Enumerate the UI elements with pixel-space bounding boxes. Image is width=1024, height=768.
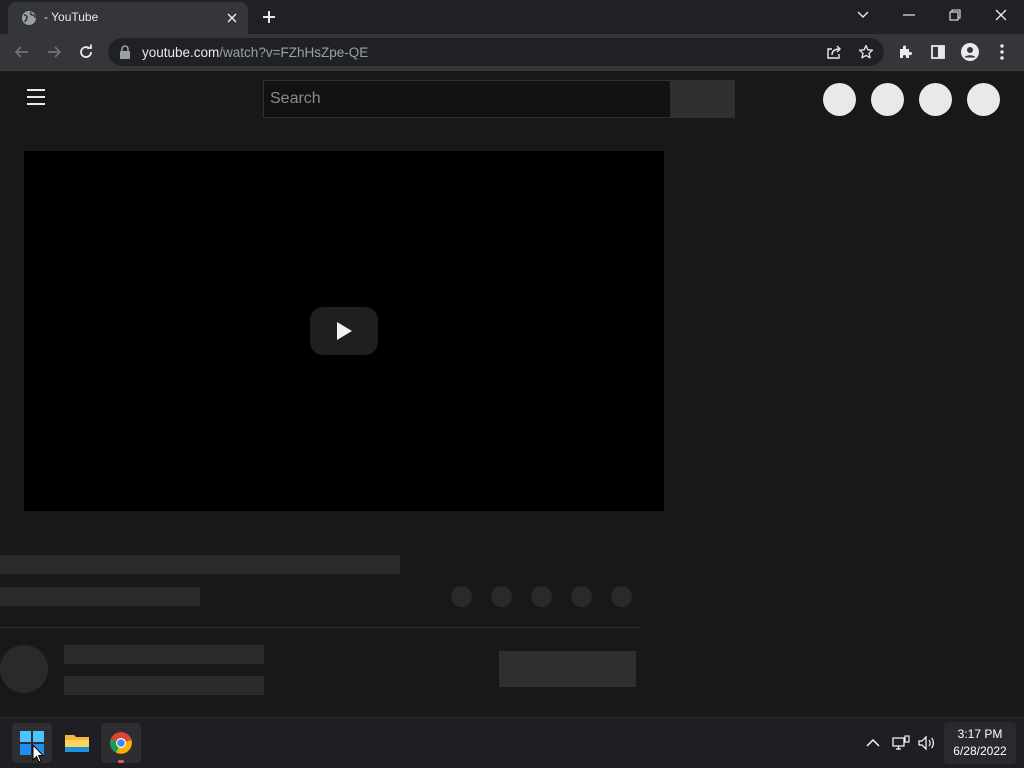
- channel-subs-placeholder: [64, 676, 264, 695]
- search-box[interactable]: [263, 80, 671, 118]
- forward-button[interactable]: [40, 38, 68, 66]
- minimize-button[interactable]: [886, 0, 932, 30]
- reload-button[interactable]: [72, 38, 100, 66]
- globe-icon: [21, 10, 37, 26]
- clock-time: 3:17 PM: [957, 727, 1003, 741]
- address-bar[interactable]: youtube.com/watch?v=FZhHsZpe-QE: [108, 38, 884, 66]
- volume-icon[interactable]: [915, 732, 937, 754]
- header-button-placeholder-3[interactable]: [919, 83, 952, 116]
- play-button[interactable]: [310, 307, 378, 355]
- youtube-page: [0, 71, 1024, 717]
- url-host: youtube.com: [142, 45, 220, 60]
- show-hidden-icons-chevron-icon[interactable]: [862, 732, 884, 754]
- windows-taskbar: 3:17 PM 6/28/2022: [0, 717, 1024, 768]
- restore-button[interactable]: [932, 0, 978, 30]
- action-placeholder-1: [451, 586, 472, 607]
- clock-date: 6/28/2022: [953, 744, 1007, 758]
- video-title-placeholder: [0, 555, 400, 574]
- url-text[interactable]: youtube.com/watch?v=FZhHsZpe-QE: [142, 45, 368, 60]
- system-clock[interactable]: 3:17 PM 6/28/2022: [944, 722, 1016, 764]
- tab-search-chevron-icon[interactable]: [840, 0, 886, 30]
- video-player[interactable]: [24, 151, 664, 511]
- action-placeholder-3: [531, 586, 552, 607]
- network-icon[interactable]: [890, 732, 912, 754]
- action-placeholder-2: [491, 586, 512, 607]
- hamburger-menu-icon[interactable]: [24, 89, 48, 107]
- action-placeholder-4: [571, 586, 592, 607]
- header-button-placeholder-2[interactable]: [871, 83, 904, 116]
- header-button-placeholder-1[interactable]: [823, 83, 856, 116]
- channel-name-placeholder: [64, 645, 264, 664]
- divider: [0, 627, 640, 628]
- search-button[interactable]: [671, 80, 735, 118]
- chrome-icon: [110, 732, 132, 754]
- side-panel-icon[interactable]: [926, 40, 950, 64]
- kebab-menu-icon[interactable]: [990, 40, 1014, 64]
- tab-title: - YouTube: [44, 10, 99, 24]
- channel-avatar-placeholder: [0, 645, 48, 693]
- browser-title-bar: - YouTube: [0, 0, 1024, 34]
- action-placeholder-5: [611, 586, 632, 607]
- close-window-button[interactable]: [978, 0, 1024, 30]
- back-button[interactable]: [8, 38, 36, 66]
- extensions-puzzle-icon[interactable]: [894, 40, 918, 64]
- header-button-placeholder-4[interactable]: [967, 83, 1000, 116]
- browser-tab-youtube[interactable]: - YouTube: [8, 2, 248, 34]
- profile-avatar-icon[interactable]: [958, 40, 982, 64]
- browser-toolbar: youtube.com/watch?v=FZhHsZpe-QE: [0, 34, 1024, 71]
- share-icon[interactable]: [824, 42, 844, 62]
- lock-icon[interactable]: [119, 45, 131, 59]
- new-tab-button[interactable]: [257, 5, 281, 29]
- bookmark-star-icon[interactable]: [856, 42, 876, 62]
- url-path: /watch?v=FZhHsZpe-QE: [219, 45, 369, 60]
- subscribe-button-placeholder: [499, 651, 636, 687]
- video-meta-placeholder: [0, 587, 200, 606]
- tab-close-icon[interactable]: [222, 8, 242, 28]
- file-explorer-button[interactable]: [57, 723, 97, 763]
- chrome-running-indicator: [118, 760, 124, 763]
- mouse-cursor-icon: [32, 744, 44, 763]
- chrome-button[interactable]: [101, 723, 141, 763]
- search-input[interactable]: [264, 81, 670, 117]
- play-icon: [337, 322, 352, 340]
- folder-icon: [65, 735, 89, 752]
